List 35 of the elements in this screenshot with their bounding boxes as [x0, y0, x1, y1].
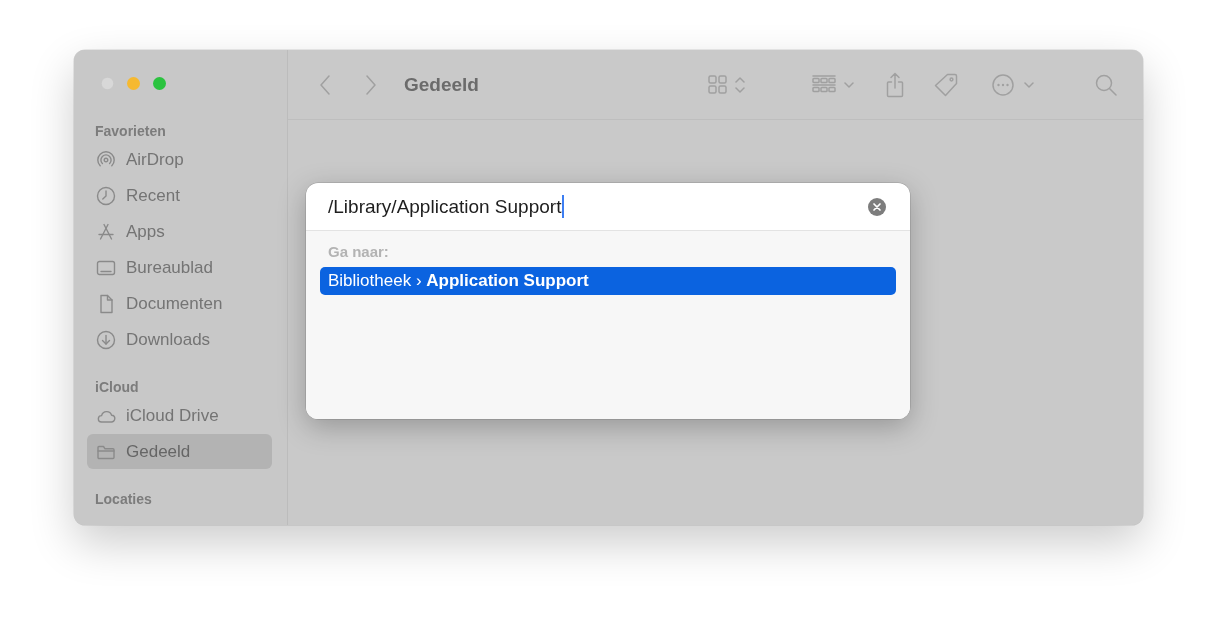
sidebar-section-heading: Locaties: [94, 490, 153, 509]
window-title: Gedeeld: [404, 73, 479, 96]
clear-button[interactable]: [868, 197, 886, 216]
maximize-dot-icon[interactable]: [153, 77, 166, 90]
sidebar-item[interactable]: Recent: [87, 178, 272, 213]
clock-icon: [96, 185, 116, 206]
suggestion-item[interactable]: Bibliotheek › Application Support: [320, 267, 896, 295]
sidebar-item[interactable]: iCloud Drive: [87, 398, 272, 433]
ellipsis-circle-icon: [992, 73, 1014, 96]
tag-icon: [934, 72, 958, 97]
sidebar-item[interactable]: Gedeeld: [87, 434, 272, 469]
suggestions-heading: Ga naar:: [327, 242, 390, 262]
sidebar-section-heading: Favorieten: [94, 122, 167, 141]
sidebar-item[interactable]: AirDrop: [87, 142, 272, 177]
down-chevron-icon: [1024, 81, 1034, 88]
right-chevron-icon: [365, 73, 377, 96]
clear-icon: [868, 197, 886, 216]
search-icon: [1095, 73, 1117, 96]
down-chevron-icon: [844, 81, 854, 88]
grouped-tiles-icon: [812, 74, 836, 95]
left-chevron-icon: [319, 73, 331, 96]
sidebar-item[interactable]: Documenten: [87, 286, 272, 321]
download-icon: [96, 329, 116, 350]
sidebar-item[interactable]: Bureaublad: [87, 250, 272, 285]
sidebar-item[interactable]: Apps: [87, 214, 272, 249]
text-cursor-icon: [562, 195, 564, 218]
sidebar-item[interactable]: Downloads: [87, 322, 272, 357]
share-icon: [885, 71, 905, 98]
minimize-dot-icon[interactable]: [127, 77, 140, 90]
sidebar-section-heading: iCloud: [94, 378, 140, 397]
share-button[interactable]: [884, 70, 906, 99]
letter-a-icon: [96, 221, 116, 242]
up-down-chevron-icon: [734, 75, 745, 94]
grid-icon: [707, 75, 727, 94]
path-input-field[interactable]: /Library/Application Support: [328, 191, 868, 222]
